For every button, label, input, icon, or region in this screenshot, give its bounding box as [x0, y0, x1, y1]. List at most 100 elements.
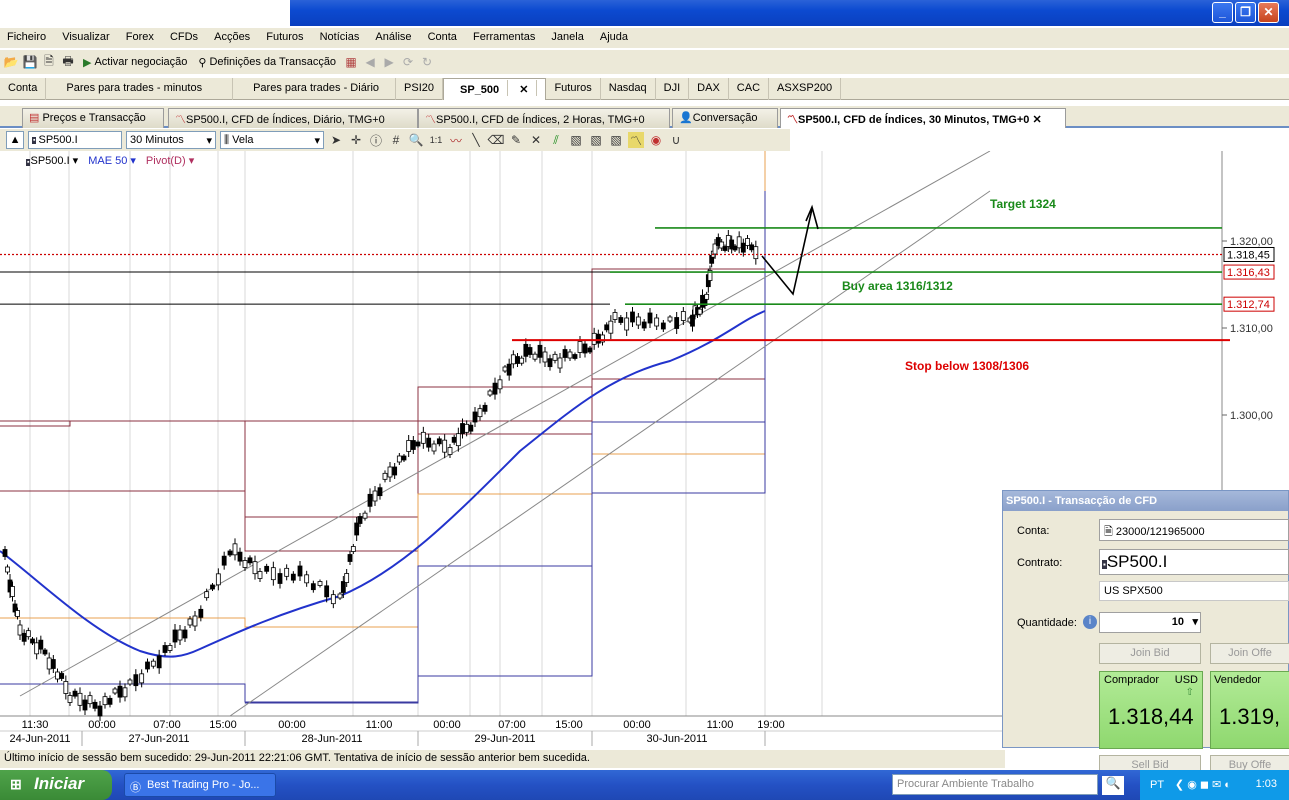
menu-conta[interactable]: Conta [421, 28, 463, 43]
indicator-icon[interactable]: 〰 [448, 132, 464, 148]
contract-field[interactable]: ▪SP500.I [1099, 549, 1289, 575]
candle-body [107, 697, 113, 705]
image-icon[interactable]: ▧ [568, 132, 584, 148]
tab-conversacao[interactable]: 👤Conversação [672, 108, 778, 128]
candle-body [587, 347, 593, 353]
tab-pares-minutos[interactable]: Pares para trades - minutos [46, 78, 234, 100]
line-tool-icon[interactable]: ╲ [468, 132, 484, 148]
image-icon[interactable]: ▧ [588, 132, 604, 148]
chart-style-value: Vela [232, 133, 254, 146]
eraser-icon[interactable]: ⌫ [488, 132, 505, 148]
tab-dax[interactable]: DAX [689, 78, 729, 100]
minimize-button[interactable]: _ [1212, 2, 1233, 23]
candle-body [198, 608, 204, 618]
crosshair-icon[interactable]: ✛ [348, 132, 364, 148]
time-tick-label: 19:00 [757, 719, 785, 731]
grid-icon[interactable]: ▦ [343, 54, 359, 70]
transaction-definitions-button[interactable]: ⚲ Definições da Transacção [194, 56, 340, 69]
desktop-search-input[interactable]: Procurar Ambiente Trabalho [892, 774, 1098, 795]
time-tick-label: 00:00 [88, 719, 116, 731]
account-field[interactable]: 🗎 23000/121965000 [1099, 519, 1289, 541]
tab-sp500-2horas[interactable]: 〽SP500.I, CFD de Índices, 2 Horas, TMG+0 [418, 108, 670, 128]
quantity-field[interactable]: 10 ▾ [1099, 612, 1201, 633]
info-icon[interactable]: i [1083, 615, 1097, 629]
close-icon[interactable]: ✕ [1032, 114, 1041, 126]
chart-style-select[interactable]: ⫼ Vela ▾ [220, 131, 324, 149]
pen-icon[interactable]: ✎ [508, 132, 524, 148]
tab-conta[interactable]: Conta [0, 78, 47, 100]
window-tabs: ▤ Preços e Transacção 〽SP500.I, CFD de Í… [0, 106, 1289, 128]
search-icon[interactable]: 🔍 [1102, 776, 1124, 795]
image-icon[interactable]: ▧ [608, 132, 624, 148]
sync-icon[interactable]: ⟳ [400, 54, 416, 70]
tab-sp500[interactable]: SP_500 ✕ [443, 78, 547, 100]
legend-mae[interactable]: MAE 50 ▾ [88, 154, 136, 167]
channel-icon[interactable]: ⫽ [548, 132, 564, 148]
legend-pivot[interactable]: Pivot(D) ▾ [146, 154, 194, 167]
pivot-r1-line [0, 151, 766, 518]
menu-futuros[interactable]: Futuros [259, 28, 309, 43]
menu-analise[interactable]: Análise [368, 28, 417, 43]
save-icon[interactable]: 💾 [22, 54, 38, 70]
collapse-up-icon[interactable]: ▲ [6, 131, 24, 149]
pivot-p-line [0, 151, 766, 628]
menu-ficheiro[interactable]: Ficheiro [0, 28, 52, 43]
legend-symbol[interactable]: ▪SP500.I ▾ [26, 154, 78, 167]
activate-trading-button[interactable]: ▶ Activar negociação [79, 56, 191, 69]
tab-asxsp200[interactable]: ASXSP200 [769, 78, 842, 100]
menu-cfds[interactable]: CFDs [163, 28, 204, 43]
tab-pares-diario[interactable]: Pares para trades - Diário [233, 78, 397, 100]
close-icon[interactable]: ✕ [511, 80, 538, 96]
menu-accoes[interactable]: Acções [207, 28, 256, 43]
menu-forex[interactable]: Forex [119, 28, 160, 43]
back-arrow-icon[interactable]: ◀ [362, 54, 378, 70]
candle-body [257, 571, 263, 579]
tray-icons[interactable]: ❮ ◉ ◼ ✉ ◐ [1175, 779, 1231, 791]
cursor-icon[interactable]: ➤ [328, 132, 344, 148]
open-folder-icon[interactable]: 📂 [3, 54, 19, 70]
close-button[interactable]: ✕ [1258, 2, 1279, 23]
language-indicator[interactable]: PT [1150, 779, 1164, 791]
tab-psi20[interactable]: PSI20 [396, 78, 444, 100]
fibonacci-icon[interactable]: ✕ [528, 132, 544, 148]
tab-dji[interactable]: DJI [656, 78, 690, 100]
maximize-button[interactable]: ❐ [1235, 2, 1256, 23]
info-icon[interactable]: ⓘ [368, 132, 384, 148]
start-button[interactable]: ⊞ Iniciar [0, 770, 112, 800]
timeframe-select[interactable]: 30 Minutos ▾ [126, 131, 216, 149]
candle-body [372, 490, 378, 502]
signal-icon[interactable]: ◉ [648, 132, 664, 148]
time-tick-label: 11:30 [22, 719, 49, 731]
tab-sp500-30min[interactable]: 〽SP500.I, CFD de Índices, 30 Minutos, TM… [780, 108, 1066, 128]
save-all-icon[interactable]: 🗎 [41, 54, 57, 70]
zoom-icon[interactable]: 🔍 [408, 132, 424, 148]
refresh-icon[interactable]: ↻ [419, 54, 435, 70]
candle-body [357, 516, 363, 524]
tab-cac[interactable]: CAC [729, 78, 770, 100]
print-icon[interactable]: 🖶 [60, 54, 76, 70]
menu-ferramentas[interactable]: Ferramentas [466, 28, 541, 43]
forward-arrow-icon[interactable]: ▶ [381, 54, 397, 70]
candle-body [252, 561, 258, 575]
tab-sp500-diario[interactable]: 〽SP500.I, CFD de Índices, Diário, TMG+0 [168, 108, 418, 128]
magnet-icon[interactable]: ∪ [668, 132, 684, 148]
menu-noticias[interactable]: Notícias [313, 28, 366, 43]
grid-toggle-icon[interactable]: # [388, 132, 404, 148]
tab-nasdaq[interactable]: Nasdaq [601, 78, 656, 100]
join-offer-button[interactable]: Join Offe [1210, 643, 1289, 664]
join-bid-button[interactable]: Join Bid [1099, 643, 1201, 664]
menu-visualizar[interactable]: Visualizar [55, 28, 116, 43]
tab-futuros[interactable]: Futuros [546, 78, 601, 100]
candle-body [697, 308, 703, 315]
symbol-select[interactable]: ▪ SP500.I [28, 131, 122, 149]
buy-quote-box[interactable]: Comprador USD ⇧ 1.318,44 [1099, 671, 1203, 749]
taskbar-item-app[interactable]: Ⓑ Best Trading Pro - Jo... [124, 773, 276, 797]
wave-icon[interactable]: 〽 [628, 132, 644, 148]
scale-one-to-one-icon[interactable]: 1:1 [428, 132, 444, 148]
menu-ajuda[interactable]: Ajuda [593, 28, 634, 43]
chart-icon: 〽 [787, 114, 798, 126]
candle-body [340, 581, 346, 593]
tab-precos-transaccao[interactable]: ▤ Preços e Transacção [22, 108, 164, 128]
menu-janela[interactable]: Janela [544, 28, 589, 43]
sell-quote-box[interactable]: Vendedor 1.319, [1210, 671, 1289, 749]
